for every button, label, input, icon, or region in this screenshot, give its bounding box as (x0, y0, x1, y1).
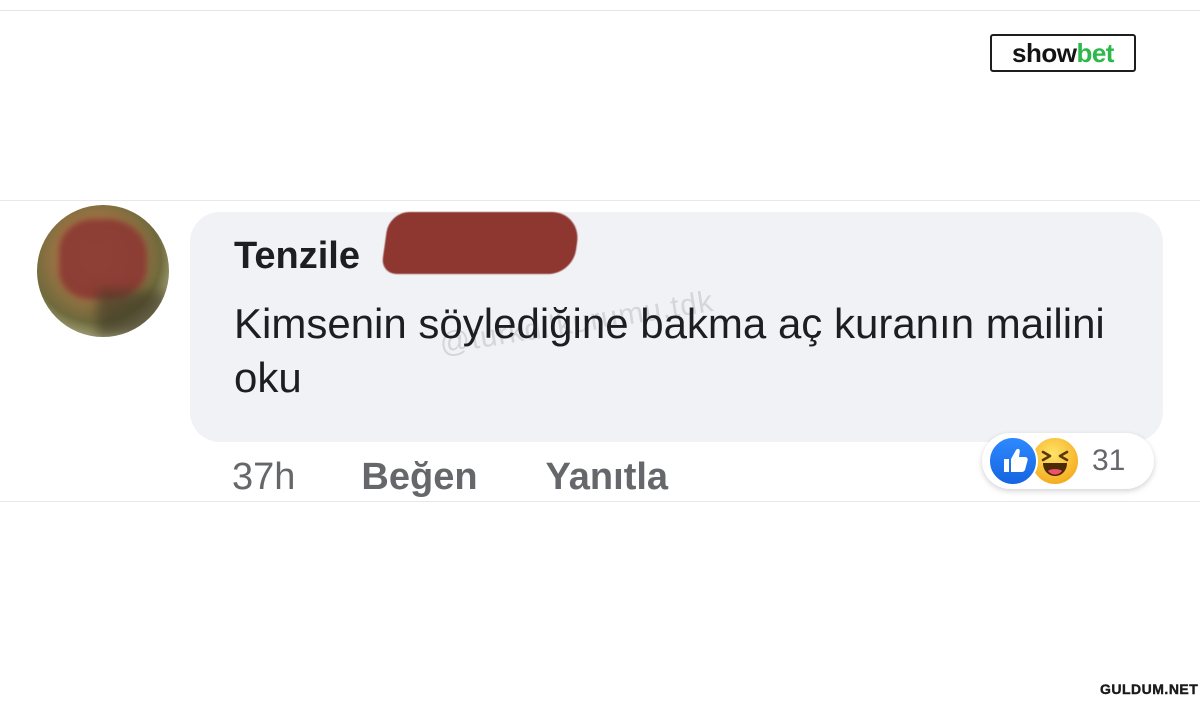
comment-timestamp[interactable]: 37h (232, 456, 295, 499)
comment-author-name[interactable]: Tenzile (234, 232, 360, 280)
comment-actions: 37h Beğen Yanıtla (232, 455, 668, 499)
avatar[interactable] (37, 205, 169, 337)
post-screenshot: show bet Tenzile @turkdilkurumu.tdk Kimse… (0, 0, 1200, 702)
like-button[interactable]: Beğen (361, 456, 477, 499)
like-icon (988, 436, 1038, 486)
reaction-count: 31 (1092, 444, 1126, 477)
brand-logo-part-2: bet (1076, 37, 1114, 68)
brand-logo-part-1: show (1012, 37, 1077, 68)
avatar-shadow (97, 291, 167, 337)
reaction-summary[interactable]: 31 (982, 433, 1154, 489)
avatar-redaction (59, 219, 147, 299)
reply-button[interactable]: Yanıtla (546, 456, 669, 499)
site-logo: GULDUM.NET (1100, 681, 1199, 697)
divider (0, 10, 1200, 11)
name-redaction-mark (380, 212, 582, 274)
brand-logo: show bet (990, 34, 1136, 72)
comment-text: Kimsenin söylediğine bakma aç kuranın ma… (234, 300, 1105, 401)
